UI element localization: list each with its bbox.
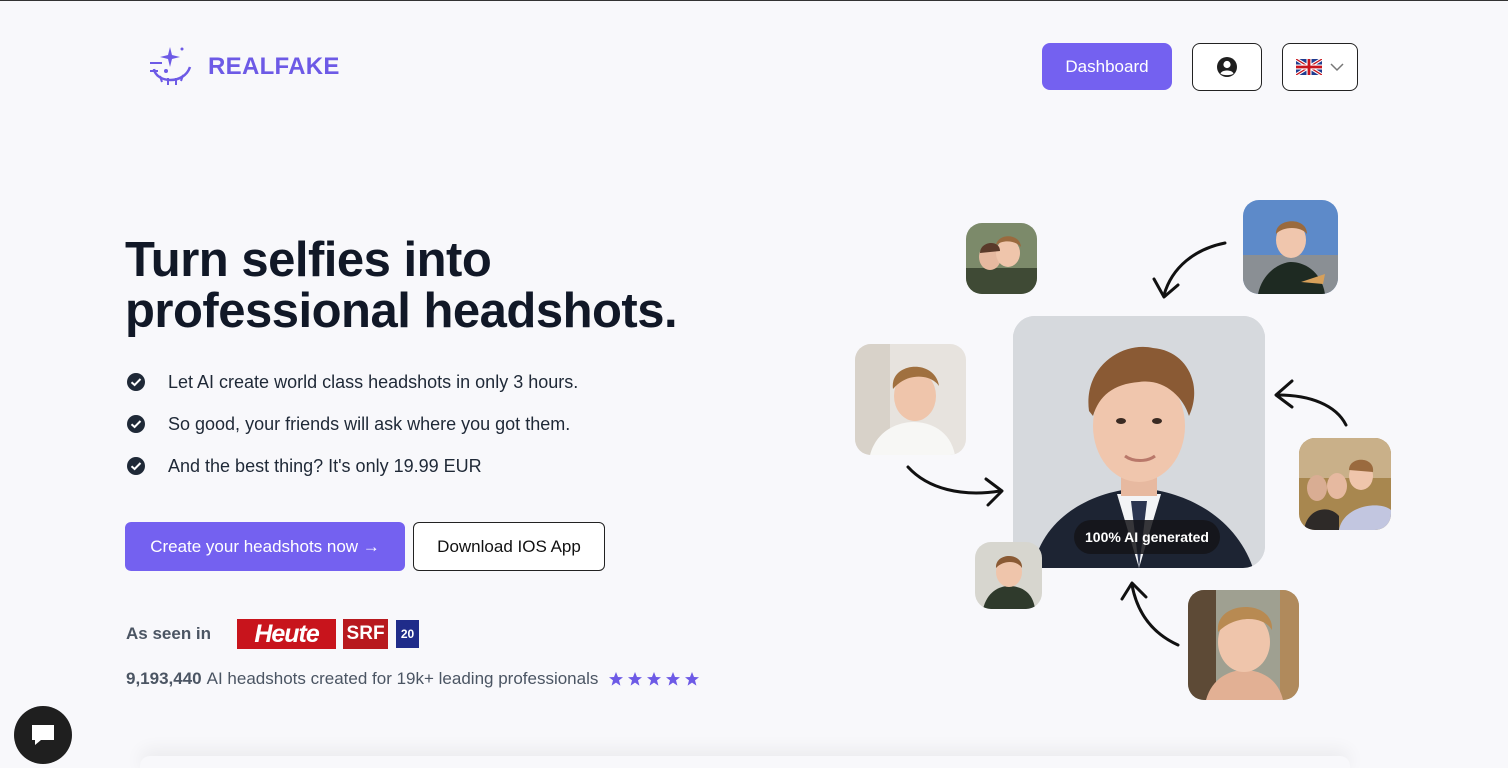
chat-button[interactable] bbox=[14, 706, 72, 764]
srf-logo: SRF bbox=[343, 619, 389, 649]
stats-text: AI headshots created for 19k+ leading pr… bbox=[206, 669, 599, 688]
press-label: As seen in bbox=[126, 624, 212, 643]
next-section-card bbox=[140, 756, 1350, 768]
star-icon bbox=[647, 672, 662, 686]
arrow-icon bbox=[1120, 581, 1180, 647]
feature-item: And the best thing? It's only 19.99 EUR bbox=[126, 445, 578, 487]
brand-name: REALFAKE bbox=[208, 53, 340, 80]
selfie-thumbnail bbox=[1243, 200, 1338, 294]
account-button[interactable] bbox=[1192, 43, 1262, 91]
arrow-icon bbox=[1152, 241, 1227, 299]
star-icon bbox=[609, 672, 624, 686]
ai-generated-badge: 100% AI generated bbox=[1074, 520, 1220, 554]
feature-text: Let AI create world class headshots in o… bbox=[168, 371, 579, 392]
selfie-thumbnail bbox=[975, 542, 1042, 609]
press-section: As seen in Heute SRF 20 bbox=[126, 619, 420, 649]
stats-line: 9,193,440 AI headshots created for 19k+ … bbox=[126, 669, 700, 689]
language-selector[interactable] bbox=[1282, 43, 1358, 91]
check-circle-icon bbox=[127, 457, 145, 475]
feature-list: Let AI create world class headshots in o… bbox=[126, 361, 578, 487]
download-ios-button[interactable]: Download IOS App bbox=[413, 522, 605, 571]
selfie-thumbnail bbox=[855, 344, 966, 455]
star-icon bbox=[628, 672, 643, 686]
uk-flag-icon bbox=[1296, 59, 1322, 75]
star-icon bbox=[685, 672, 700, 686]
selfie-thumbnail bbox=[1188, 590, 1299, 700]
20-minuten-logo: 20 bbox=[396, 620, 420, 648]
headshot-count: 9,193,440 bbox=[126, 669, 202, 688]
hero-title: Turn selfies into professional headshots… bbox=[125, 233, 678, 338]
arrow-icon bbox=[906, 465, 1004, 507]
chevron-down-icon bbox=[1330, 63, 1344, 72]
dashboard-button[interactable]: Dashboard bbox=[1042, 43, 1172, 90]
selfie-thumbnail bbox=[966, 223, 1037, 294]
feature-item: So good, your friends will ask where you… bbox=[126, 403, 578, 445]
check-circle-icon bbox=[127, 373, 145, 391]
selfie-thumbnail bbox=[1299, 438, 1391, 530]
feature-text: So good, your friends will ask where you… bbox=[168, 413, 571, 434]
star-icon bbox=[666, 672, 681, 686]
check-circle-icon bbox=[127, 415, 145, 433]
sparkle-face-icon bbox=[150, 47, 192, 85]
feature-text: And the best thing? It's only 19.99 EUR bbox=[168, 455, 482, 476]
create-headshots-button[interactable]: Create your headshots now → bbox=[125, 522, 405, 571]
chat-icon bbox=[32, 725, 54, 745]
heute-logo: Heute bbox=[237, 619, 337, 649]
brand-logo[interactable]: REALFAKE bbox=[148, 45, 340, 89]
arrow-icon bbox=[1274, 379, 1348, 427]
feature-item: Let AI create world class headshots in o… bbox=[126, 361, 578, 403]
rating-stars bbox=[608, 671, 700, 687]
user-circle-icon bbox=[1217, 57, 1237, 77]
